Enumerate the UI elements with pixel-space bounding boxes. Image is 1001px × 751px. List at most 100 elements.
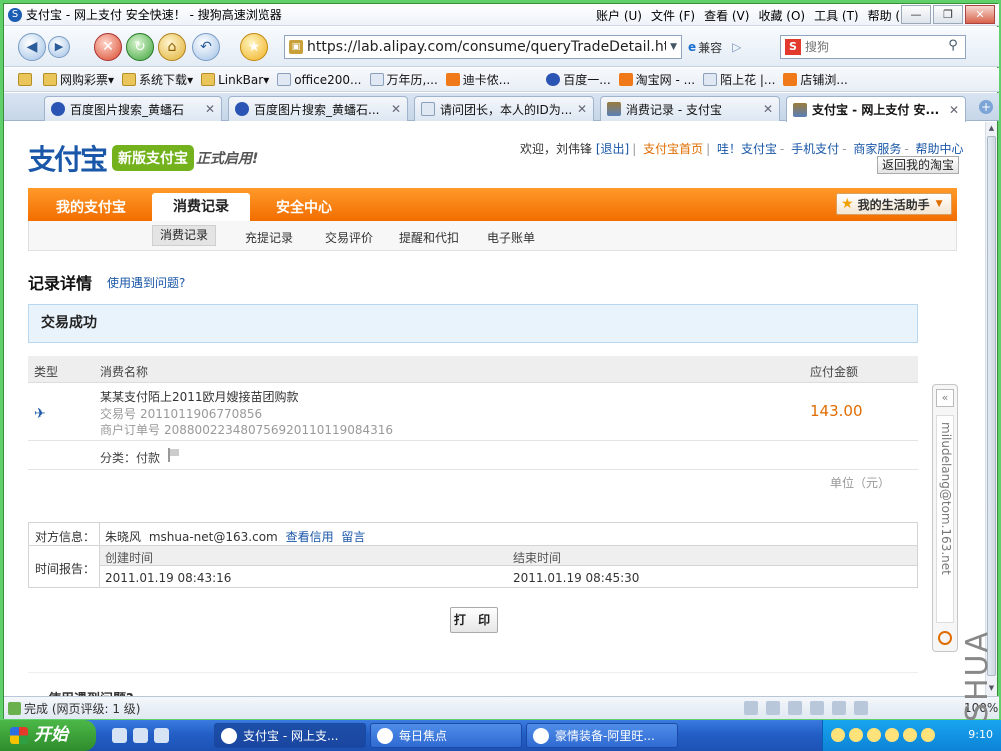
tab-alipay-active[interactable]: 支付宝 - 网上支付 安... ✕: [786, 96, 966, 122]
tray-icon[interactable]: [921, 728, 935, 742]
chat-icon[interactable]: [154, 728, 169, 743]
subnav-e-bill[interactable]: 电子账单: [487, 229, 535, 246]
desktop-icon[interactable]: [112, 728, 127, 743]
start-button[interactable]: 开始: [0, 720, 96, 751]
close-tab-icon[interactable]: ✕: [391, 102, 401, 116]
home-button[interactable]: ⌂: [158, 33, 186, 61]
minimize-button[interactable]: —: [901, 5, 931, 24]
nav-my-alipay[interactable]: 我的支付宝: [56, 197, 126, 217]
fav-item[interactable]: 陌上花 |...: [703, 71, 775, 88]
collapse-icon[interactable]: «: [936, 389, 954, 407]
tray-icon[interactable]: [885, 728, 899, 742]
paw-icon: [235, 102, 249, 116]
search-box[interactable]: S ⚲: [780, 35, 966, 59]
scroll-up-icon[interactable]: ▲: [987, 124, 996, 134]
faq-heading: 使用遇到问题?: [48, 688, 134, 696]
fav-item[interactable]: 店铺浏...: [783, 71, 848, 88]
close-tab-icon[interactable]: ✕: [949, 103, 959, 117]
subnav-deposit-withdraw[interactable]: 充提记录: [245, 229, 293, 246]
menu-view[interactable]: 查看 (V): [704, 7, 758, 24]
alipay-logo[interactable]: 支付宝 新版支付宝 正式启用!: [28, 138, 258, 178]
task-alipay[interactable]: 支付宝 - 网上支...: [214, 723, 366, 748]
merchant-service-link[interactable]: 商家服务: [853, 142, 901, 156]
scroll-thumb[interactable]: [987, 136, 996, 676]
notice-icon[interactable]: [854, 701, 868, 715]
favorites-star-icon[interactable]: [18, 73, 35, 86]
back-button[interactable]: ◀: [18, 33, 46, 61]
undo-close-button[interactable]: ↶: [192, 33, 220, 61]
go-arrow-icon[interactable]: ▷: [732, 40, 741, 54]
close-window-button[interactable]: ✕: [965, 5, 995, 24]
wa-alipay-link[interactable]: 哇！支付宝: [717, 142, 777, 156]
view-credit-link[interactable]: 查看信用: [286, 530, 334, 544]
menu-favorites[interactable]: 收藏 (O): [758, 7, 814, 24]
download-icon[interactable]: [766, 701, 780, 715]
tray-icon[interactable]: [831, 728, 845, 742]
url-text[interactable]: https://lab.alipay.com/consume/queryTrad…: [307, 39, 666, 55]
nav-consume-records[interactable]: 消费记录: [152, 193, 250, 222]
print-button[interactable]: 打 印: [450, 607, 498, 633]
col-amount: 应付金额: [810, 365, 859, 379]
tray-icon[interactable]: [849, 728, 863, 742]
subnav-reminders[interactable]: 提醒和代扣: [399, 229, 459, 246]
quick-launch: [112, 728, 169, 743]
help-link[interactable]: 使用遇到问题?: [107, 274, 185, 291]
address-bar[interactable]: ▣ https://lab.alipay.com/consume/queryTr…: [284, 35, 682, 59]
tray-icon[interactable]: [867, 728, 881, 742]
stop-button[interactable]: ✕: [94, 33, 122, 61]
tab-baidu-image-2[interactable]: 百度图片搜索_黄蟠石... ✕: [228, 96, 408, 121]
close-tab-icon[interactable]: ✕: [763, 102, 773, 116]
tab-baidu-image-1[interactable]: 百度图片搜索_黄蟠石 ✕: [44, 96, 222, 121]
help-center-link[interactable]: 帮助中心: [916, 142, 964, 156]
tab-forum-question[interactable]: 请问团长，本人的ID为... ✕: [414, 96, 594, 121]
subnav-consume-records[interactable]: 消费记录: [152, 225, 216, 246]
fav-item[interactable]: 系统下载 ▾: [122, 71, 193, 88]
fav-item[interactable]: 百度一...: [546, 71, 611, 88]
compat-mode-toggle[interactable]: e 兼容 ▷: [688, 37, 741, 57]
logout-link[interactable]: [退出]: [596, 142, 629, 156]
menu-file[interactable]: 文件 (F): [651, 7, 704, 24]
flag-icon[interactable]: [168, 448, 180, 462]
sound-icon[interactable]: [810, 701, 824, 715]
life-helper-button[interactable]: ★ 我的生活助手 ▼: [836, 193, 952, 215]
nav-security-center[interactable]: 安全中心: [276, 197, 332, 217]
logo-badge: 新版支付宝: [112, 145, 195, 171]
menu-account[interactable]: 账户 (U): [596, 7, 651, 24]
maximize-button[interactable]: ❐: [933, 5, 963, 24]
favorite-star-button[interactable]: ★: [240, 33, 268, 61]
tools-icon[interactable]: [788, 701, 802, 715]
merchant-order-number: 商户订单号 208800223480756920110119084316: [100, 423, 394, 437]
close-tab-icon[interactable]: ✕: [577, 102, 587, 116]
search-icon[interactable]: ⚲: [943, 38, 963, 56]
end-time-label: 结束时间: [513, 551, 562, 565]
subnav-trade-review[interactable]: 交易评价: [325, 229, 373, 246]
new-tab-icon[interactable]: +: [979, 100, 993, 114]
mobile-pay-link[interactable]: 手机支付: [791, 142, 839, 156]
task-aliwangwang[interactable]: 豪情装备-阿里旺...: [526, 723, 678, 748]
refresh-button[interactable]: ↻: [126, 33, 154, 61]
close-tab-icon[interactable]: ✕: [205, 102, 215, 116]
tray-icon[interactable]: [903, 728, 917, 742]
menu-tools[interactable]: 工具 (T): [814, 7, 868, 24]
navigation-toolbar: ◀ ▶ ✕ ↻ ⌂ ↶ ★ ▣ https://lab.alipay.com/c…: [4, 27, 999, 67]
fav-item[interactable]: office200...: [277, 73, 362, 87]
fav-item[interactable]: 迪卡侬...: [445, 71, 510, 88]
plugin-icon[interactable]: [744, 701, 758, 715]
leave-message-link[interactable]: 留言: [341, 530, 365, 544]
screen-icon[interactable]: [832, 701, 846, 715]
vertical-scrollbar[interactable]: ▲ ▼: [985, 122, 997, 696]
back-to-taobao-button[interactable]: 返回我的淘宝: [877, 156, 960, 174]
forward-button[interactable]: ▶: [48, 36, 70, 58]
fav-item[interactable]: 网购彩票 ▾: [43, 71, 114, 88]
party-details: 朱晓风 mshua-net@163.com 查看信用 留言: [105, 528, 365, 545]
fav-item[interactable]: LinkBar ▾: [201, 73, 269, 87]
alarm-clock-icon[interactable]: [938, 631, 952, 645]
alipay-home-link[interactable]: 支付宝首页: [643, 142, 703, 156]
dropdown-arrow-icon[interactable]: ▼: [670, 42, 677, 52]
fav-item[interactable]: 淘宝网 - ...: [618, 71, 695, 88]
fav-item[interactable]: 万年历,...: [369, 71, 438, 88]
search-input[interactable]: [805, 40, 935, 54]
tab-consume-records[interactable]: 消费记录 - 支付宝 ✕: [600, 96, 780, 121]
browser-icon[interactable]: [133, 728, 148, 743]
task-daily-focus[interactable]: 每日焦点: [370, 723, 522, 748]
